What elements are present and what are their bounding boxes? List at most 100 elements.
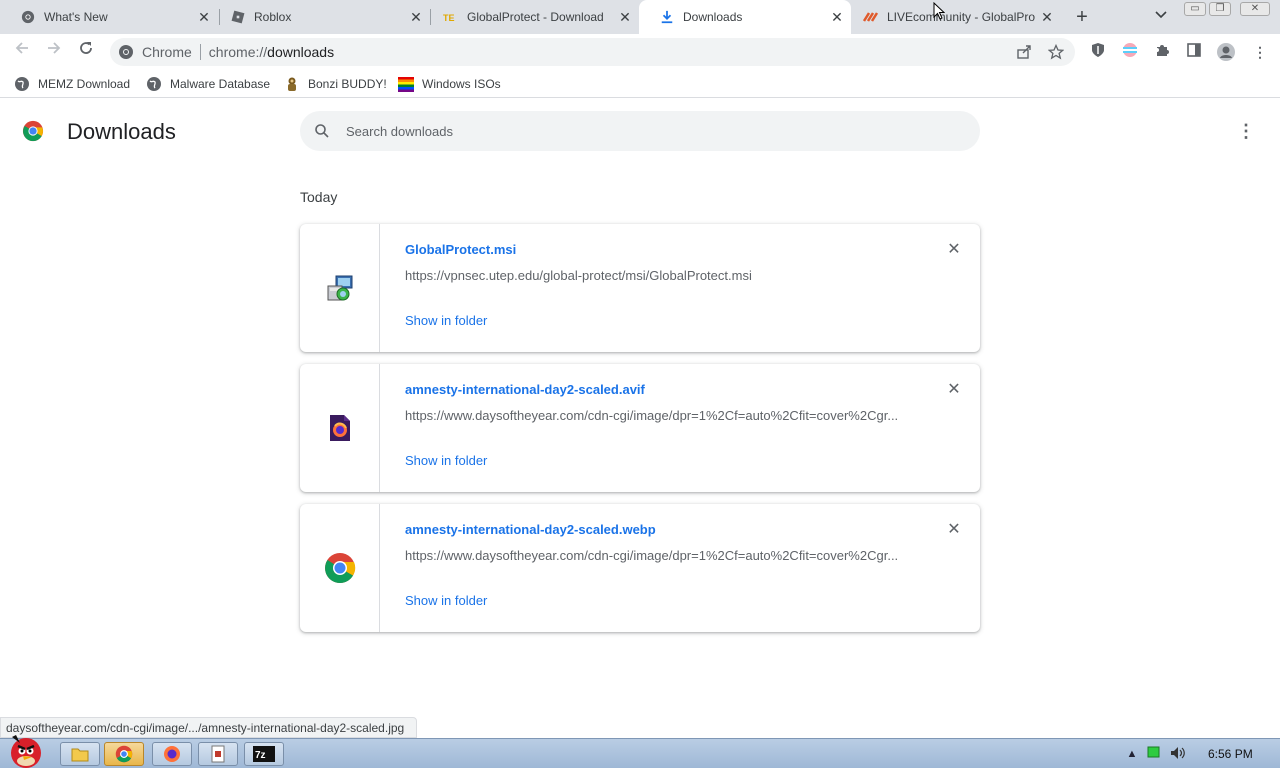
volume-icon[interactable] bbox=[1170, 746, 1186, 762]
tab-livecommunity[interactable]: LIVEcommunity - GlobalPro ✕ bbox=[843, 0, 1061, 34]
pride-extension-icon[interactable] bbox=[1120, 42, 1140, 62]
side-panel-icon[interactable] bbox=[1184, 42, 1204, 62]
link-status-bubble: daysoftheyear.com/cdn-cgi/image/.../amne… bbox=[0, 717, 418, 738]
chrome-file-icon bbox=[324, 553, 355, 584]
page-title: Downloads bbox=[67, 119, 176, 144]
tab-title: GlobalProtect - Download bbox=[467, 10, 604, 24]
source-url[interactable]: https://www.daysoftheyear.com/cdn-cgi/im… bbox=[405, 408, 898, 423]
bookmark-label: Windows ISOs bbox=[422, 77, 501, 91]
tab-strip: What's New ✕ Roblox ✕ TE GlobalProtect -… bbox=[0, 0, 1280, 34]
firefox-icon bbox=[164, 746, 180, 762]
bonzi-icon bbox=[284, 76, 300, 92]
bookmark-malware-database[interactable]: Malware Database bbox=[146, 76, 270, 92]
downloads-header: Downloads ⋮ bbox=[0, 103, 1280, 159]
filename-link[interactable]: amnesty-international-day2-scaled.avif bbox=[405, 382, 645, 397]
reload-button[interactable] bbox=[74, 40, 98, 64]
globalprotect-tab-icon: TE bbox=[443, 9, 459, 25]
source-url[interactable]: https://vpnsec.utep.edu/global-protect/m… bbox=[405, 268, 752, 283]
chrome-menu-icon[interactable]: ⋮ bbox=[1250, 42, 1270, 62]
taskbar-app-button[interactable] bbox=[198, 742, 238, 766]
tray-expand-icon[interactable]: ▲ bbox=[1124, 746, 1140, 762]
tab-globalprotect[interactable]: TE GlobalProtect - Download ✕ bbox=[423, 0, 639, 34]
bookmark-label: Bonzi BUDDY! bbox=[308, 77, 387, 91]
download-item: amnesty-international-day2-scaled.webp h… bbox=[300, 504, 980, 632]
chrome-icon bbox=[118, 44, 134, 60]
download-item: GlobalProtect.msi https://vpnsec.utep.ed… bbox=[300, 224, 980, 352]
restore-button[interactable]: ❐ bbox=[1209, 2, 1231, 16]
new-tab-button[interactable]: + bbox=[1072, 7, 1092, 27]
tab-roblox[interactable]: Roblox ✕ bbox=[210, 0, 430, 34]
taskbar-7zip-button[interactable]: 7z bbox=[244, 742, 284, 766]
tab-title: What's New bbox=[44, 10, 108, 24]
search-box[interactable] bbox=[300, 111, 980, 151]
show-in-folder-link[interactable]: Show in folder bbox=[405, 593, 487, 608]
chrome-icon bbox=[115, 745, 133, 763]
taskbar-explorer-button[interactable] bbox=[60, 742, 100, 766]
bookmark-windows-isos[interactable]: Windows ISOs bbox=[398, 76, 501, 92]
globe-icon bbox=[146, 76, 162, 92]
close-window-button[interactable]: ✕ bbox=[1240, 2, 1270, 16]
tab-title: Roblox bbox=[254, 10, 292, 24]
bookmark-memz[interactable]: MEMZ Download bbox=[14, 76, 130, 92]
firefox-file-icon bbox=[329, 415, 350, 441]
extensions-puzzle-icon[interactable] bbox=[1152, 42, 1172, 62]
chrome-icon bbox=[20, 9, 36, 25]
url-host: downloads bbox=[267, 44, 335, 60]
close-tab-icon[interactable]: ✕ bbox=[1039, 9, 1055, 25]
remove-download-icon[interactable]: ✕ bbox=[944, 380, 964, 400]
remove-download-icon[interactable]: ✕ bbox=[944, 240, 964, 260]
profile-avatar-icon[interactable] bbox=[1216, 42, 1236, 62]
taskbar-clock[interactable]: 6:56 PM bbox=[1208, 747, 1253, 761]
filename-link[interactable]: amnesty-international-day2-scaled.webp bbox=[405, 522, 656, 537]
folder-icon bbox=[71, 748, 89, 762]
search-icon bbox=[315, 124, 329, 138]
tab-downloads[interactable]: Downloads ✕ bbox=[639, 0, 851, 34]
svg-text:TE: TE bbox=[443, 13, 455, 23]
source-url[interactable]: https://www.daysoftheyear.com/cdn-cgi/im… bbox=[405, 548, 898, 563]
url-scheme: chrome:// bbox=[208, 44, 268, 60]
tab-title: LIVEcommunity - GlobalPro bbox=[887, 10, 1036, 24]
angry-bird-start-icon[interactable] bbox=[2, 731, 50, 769]
tab-search-chevron-icon[interactable] bbox=[1152, 8, 1170, 26]
bookmark-label: Malware Database bbox=[170, 77, 271, 91]
filename-link[interactable]: GlobalProtect.msi bbox=[405, 242, 516, 257]
back-button[interactable] bbox=[10, 40, 34, 64]
download-arrow-icon bbox=[659, 9, 675, 25]
7zip-icon: 7z bbox=[253, 746, 275, 762]
battery-icon[interactable] bbox=[1146, 746, 1162, 762]
site-chip: Chrome bbox=[142, 44, 192, 60]
tab-title: Downloads bbox=[683, 10, 743, 24]
remove-download-icon[interactable]: ✕ bbox=[944, 520, 964, 540]
chrome-logo-icon bbox=[22, 120, 44, 142]
taskbar-chrome-button[interactable] bbox=[104, 742, 144, 766]
document-app-icon bbox=[211, 745, 225, 763]
shield-extension-icon[interactable] bbox=[1088, 42, 1108, 62]
show-in-folder-link[interactable]: Show in folder bbox=[405, 453, 487, 468]
bookmark-bonzi-buddy[interactable]: Bonzi BUDDY! bbox=[284, 76, 387, 92]
bookmark-label: MEMZ Download bbox=[38, 77, 131, 91]
date-group-label: Today bbox=[300, 189, 338, 205]
search-input[interactable] bbox=[346, 123, 906, 139]
forward-button[interactable] bbox=[42, 40, 66, 64]
share-icon[interactable] bbox=[1016, 44, 1032, 60]
roblox-icon bbox=[230, 9, 246, 25]
svg-text:7z: 7z bbox=[255, 750, 266, 761]
address-bar[interactable]: Chrome chrome://downloads bbox=[110, 38, 1075, 66]
mouse-cursor-icon bbox=[933, 2, 945, 20]
bookmarks-bar: MEMZ Download Malware Database Bonzi BUD… bbox=[0, 70, 1280, 98]
close-tab-icon[interactable]: ✕ bbox=[408, 9, 424, 25]
toolbar: Chrome chrome://downloads ⋮ bbox=[0, 34, 1280, 70]
windows-flag-icon bbox=[398, 76, 414, 92]
taskbar: 7z ▲ 6:56 PM bbox=[0, 735, 1280, 768]
close-tab-icon[interactable]: ✕ bbox=[617, 9, 633, 25]
more-actions-icon[interactable]: ⋮ bbox=[1236, 121, 1256, 141]
globe-icon bbox=[14, 76, 30, 92]
taskbar-firefox-button[interactable] bbox=[152, 742, 192, 766]
msi-installer-icon bbox=[327, 275, 352, 301]
show-in-folder-link[interactable]: Show in folder bbox=[405, 313, 487, 328]
download-item: amnesty-international-day2-scaled.avif h… bbox=[300, 364, 980, 492]
bookmark-star-icon[interactable] bbox=[1047, 43, 1065, 60]
minimize-button[interactable]: ▭ bbox=[1184, 2, 1206, 16]
tab-whats-new[interactable]: What's New ✕ bbox=[0, 0, 218, 34]
livecommunity-icon bbox=[863, 9, 879, 25]
